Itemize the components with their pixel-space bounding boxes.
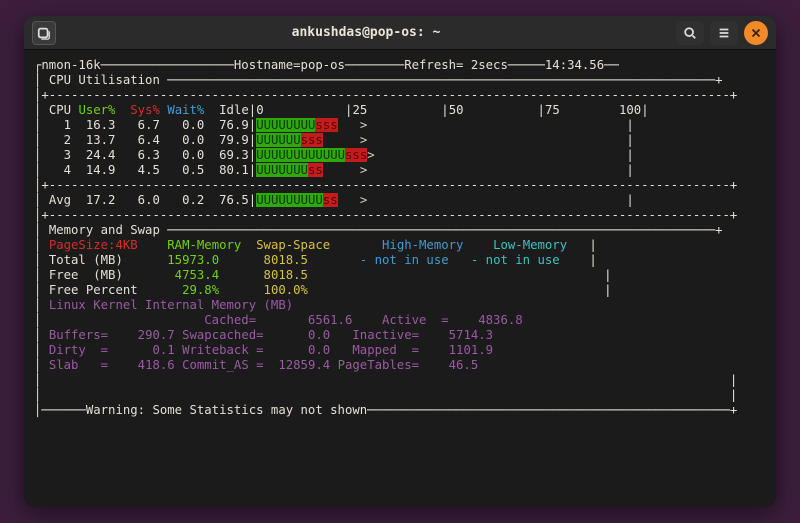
close-button[interactable] [744, 21, 768, 45]
terminal-output[interactable]: ┌nmon-16k──────────────────Hostname=pop-… [24, 50, 776, 424]
titlebar[interactable]: ankushdas@pop-os: ~ [24, 16, 776, 50]
cpu-bar-user: UUUUUUUU [256, 118, 315, 132]
terminal-window: ankushdas@pop-os: ~ ┌nmon-16k───────────… [24, 16, 776, 507]
search-button[interactable] [676, 21, 704, 45]
cpu-bar-sys: sss [315, 118, 337, 132]
cpu-bar-user: UUUUUU [256, 133, 300, 147]
new-tab-button[interactable] [32, 21, 56, 45]
cpu-bar-user: UUUUUUUUUUUU [256, 148, 345, 162]
window-title: ankushdas@pop-os: ~ [62, 25, 670, 40]
cpu-bar-user: UUUUUUU [256, 163, 308, 177]
cpu-bar-sys: ss [323, 193, 338, 207]
cpu-bar-sys: sss [345, 148, 367, 162]
hamburger-icon [717, 26, 731, 40]
close-icon [749, 26, 763, 40]
cpu-bar-sys: ss [308, 163, 323, 177]
menu-button[interactable] [710, 21, 738, 45]
cpu-bar-sys: sss [301, 133, 323, 147]
cpu-bar-user: UUUUUUUUU [256, 193, 323, 207]
plus-tab-icon [37, 26, 51, 40]
search-icon [683, 26, 697, 40]
